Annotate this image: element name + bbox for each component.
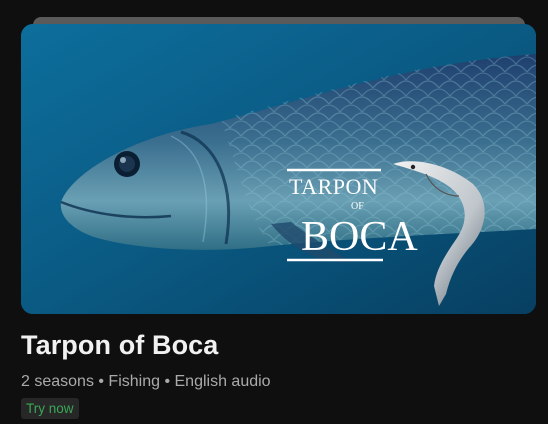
show-title[interactable]: Tarpon of Boca [21, 330, 218, 361]
show-metadata: 2 seasons • Fishing • English audio [21, 373, 271, 390]
try-now-badge: Try now [21, 398, 79, 419]
show-thumbnail[interactable]: Tarpon of Boca [21, 24, 536, 314]
logo-text-top: Tarpon [289, 174, 378, 199]
logo-text-bottom: Boca [301, 214, 418, 260]
logo-text-mid: of [351, 201, 364, 212]
show-card[interactable]: Tarpon of Boca Tarpon of Boca 2 seasons … [0, 0, 548, 424]
